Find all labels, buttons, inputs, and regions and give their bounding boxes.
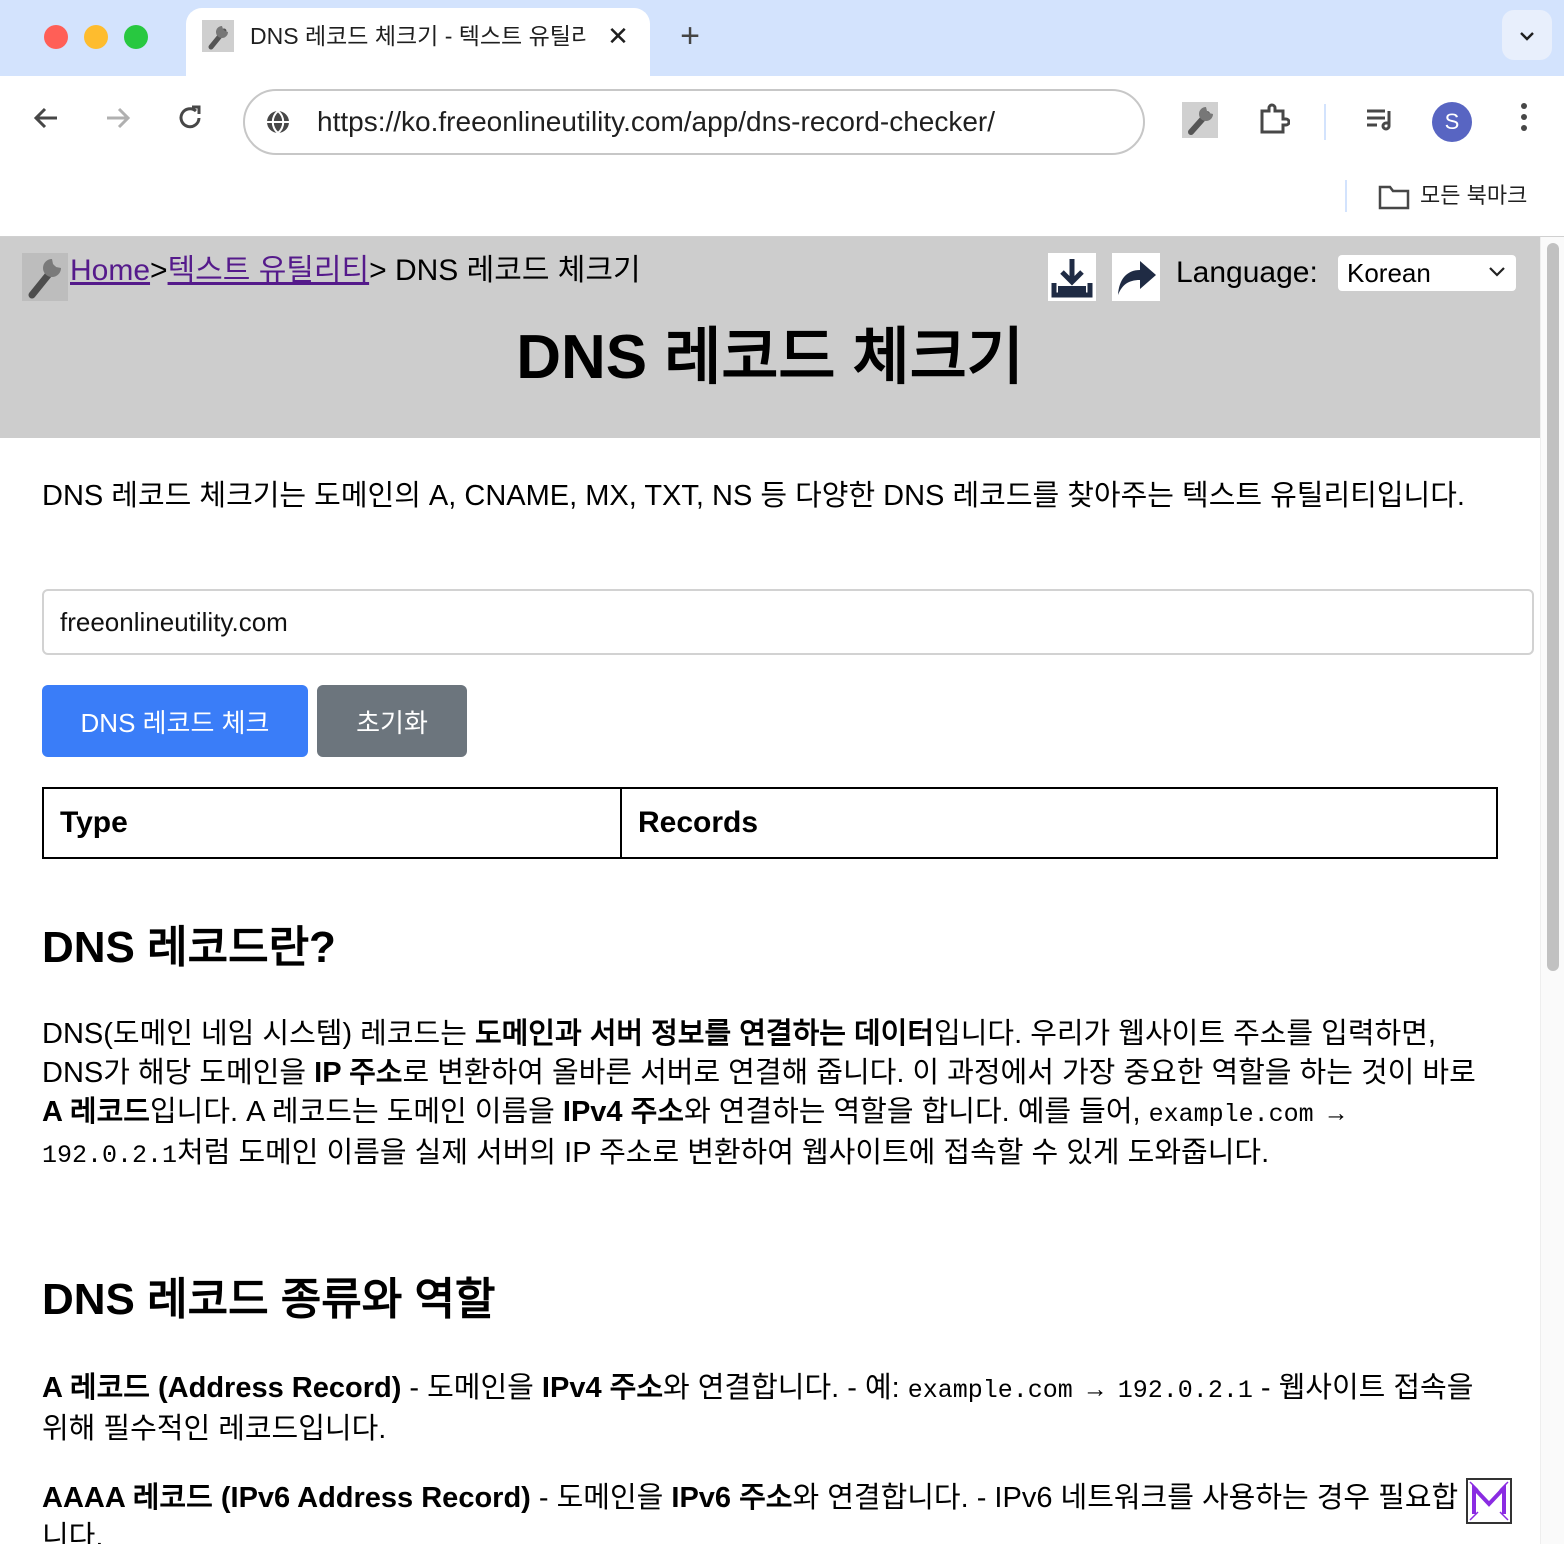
browser-toolbar: https://ko.freeonlineutility.com/app/dns… bbox=[0, 76, 1564, 168]
bold-segment: IPv4 주소 bbox=[541, 1372, 663, 1404]
text-segment: DNS(도메인 네임 시스템) 레코드는 bbox=[42, 1018, 475, 1050]
new-tab-button[interactable]: + bbox=[670, 16, 710, 56]
a-record-paragraph: A 레코드 (Address Record) - 도메인을 IPv4 주소와 연… bbox=[42, 1369, 1482, 1449]
tab-close-icon[interactable]: ✕ bbox=[602, 20, 634, 52]
vertical-scrollbar[interactable] bbox=[1540, 237, 1564, 1544]
profile-avatar[interactable]: S bbox=[1432, 102, 1472, 142]
tab-strip: DNS 레코드 체크기 - 텍스트 유틸리티 ✕ + bbox=[0, 0, 1564, 76]
extensions-puzzle-icon[interactable] bbox=[1253, 102, 1293, 142]
bold-segment: IPv6 주소 bbox=[671, 1482, 793, 1514]
wrench-favicon-icon bbox=[202, 20, 234, 52]
text-segment: 처럼 도메인 이름을 실제 서버의 IP 주소로 변환하여 웹사이트에 접속할 … bbox=[177, 1137, 1270, 1169]
breadcrumb: Home>텍스트 유틸리티> DNS 레코드 체크기 bbox=[70, 251, 641, 291]
media-playlist-icon[interactable] bbox=[1360, 102, 1400, 142]
chevron-down-icon bbox=[1488, 255, 1506, 291]
breadcrumb-separator: > bbox=[150, 254, 168, 287]
breadcrumb-home-link[interactable]: Home bbox=[70, 254, 150, 287]
column-header-type: Type bbox=[42, 787, 622, 859]
active-tab[interactable]: DNS 레코드 체크기 - 텍스트 유틸리티 ✕ bbox=[186, 8, 650, 76]
text-segment: - 도메인을 bbox=[401, 1372, 542, 1404]
page-title: DNS 레코드 체크기 bbox=[516, 323, 1024, 392]
intro-text: DNS 레코드 체크기는 도메인의 A, CNAME, MX, TXT, NS … bbox=[42, 480, 1465, 512]
more-menu-icon[interactable] bbox=[1504, 102, 1544, 142]
bold-segment: A 레코드 bbox=[42, 1096, 150, 1128]
heading-what-is-dns: DNS 레코드란? bbox=[42, 923, 336, 972]
download-button[interactable] bbox=[1048, 253, 1096, 301]
tab-search-chevron-icon[interactable] bbox=[1502, 10, 1552, 60]
back-arrow-icon[interactable] bbox=[26, 102, 66, 142]
wrench-extension-icon[interactable] bbox=[1180, 102, 1220, 142]
url-text[interactable]: https://ko.freeonlineutility.com/app/dns… bbox=[317, 91, 995, 153]
text-segment: 와 연결하는 역할을 합니다. 예를 들어, bbox=[683, 1096, 1149, 1128]
page-viewport: Home>텍스트 유틸리티> DNS 레코드 체크기 Language: Kor… bbox=[0, 237, 1540, 1544]
breadcrumb-current: > DNS 레코드 체크기 bbox=[369, 254, 641, 287]
all-bookmarks-label: 모든 북마크 bbox=[1420, 183, 1528, 208]
page-header: Home>텍스트 유틸리티> DNS 레코드 체크기 Language: Kor… bbox=[0, 237, 1540, 438]
bold-segment: AAAA 레코드 (IPv6 Address Record) bbox=[42, 1482, 531, 1514]
bold-segment: 도메인과 서버 정보를 연결하는 데이터 bbox=[474, 1018, 935, 1050]
language-label: Language: bbox=[1176, 256, 1318, 289]
tab-title: DNS 레코드 체크기 - 텍스트 유틸리티 bbox=[250, 23, 586, 49]
close-window-button[interactable] bbox=[44, 25, 68, 49]
address-bar[interactable]: https://ko.freeonlineutility.com/app/dns… bbox=[243, 89, 1145, 155]
folder-icon bbox=[1378, 185, 1410, 210]
bold-segment: A 레코드 (Address Record) bbox=[42, 1372, 402, 1404]
bookmarks-divider bbox=[1345, 180, 1347, 212]
minimize-window-button[interactable] bbox=[84, 25, 108, 49]
text-segment: 와 연결합니다. - 예: bbox=[663, 1372, 908, 1404]
column-header-records: Records bbox=[620, 787, 1498, 859]
share-arrow-icon bbox=[1118, 261, 1156, 295]
wrench-logo-icon[interactable] bbox=[22, 253, 68, 301]
domain-input[interactable] bbox=[42, 589, 1534, 655]
bold-segment: IPv4 주소 bbox=[562, 1096, 684, 1128]
floating-m-logo-icon[interactable] bbox=[1466, 1478, 1512, 1524]
text-segment: - 도메인을 bbox=[530, 1482, 672, 1514]
bold-segment: IP 주소 bbox=[314, 1057, 403, 1089]
site-info-globe-icon[interactable] bbox=[265, 109, 291, 135]
scrollbar-thumb[interactable] bbox=[1547, 243, 1559, 971]
text-segment: 입니다. A 레코드는 도메인 이름을 bbox=[149, 1096, 563, 1128]
download-icon bbox=[1051, 259, 1093, 298]
dns-check-button[interactable]: DNS 레코드 체크 bbox=[42, 685, 308, 757]
dns-explanation-paragraph: DNS(도메인 네임 시스템) 레코드는 도메인과 서버 정보를 연결하는 데이… bbox=[42, 1015, 1482, 1175]
heading-dns-record-types: DNS 레코드 종류와 역할 bbox=[42, 1275, 496, 1324]
share-button[interactable] bbox=[1112, 253, 1160, 301]
reload-icon[interactable] bbox=[170, 102, 210, 142]
maximize-window-button[interactable] bbox=[124, 25, 148, 49]
reset-button[interactable]: 초기화 bbox=[317, 685, 467, 757]
code-example: example.com → 192.0.2.1 bbox=[907, 1376, 1253, 1405]
dns-results-table: Type Records bbox=[42, 787, 1498, 859]
breadcrumb-category-link[interactable]: 텍스트 유틸리티 bbox=[168, 254, 370, 287]
forward-arrow-icon[interactable] bbox=[98, 102, 138, 142]
bookmarks-bar: 모든 북마크 bbox=[0, 168, 1564, 237]
text-segment: 로 변환하여 올바른 서버로 연결해 줍니다. 이 과정에서 가장 중요한 역할… bbox=[402, 1057, 1476, 1089]
table-header-row: Type Records bbox=[42, 787, 1498, 859]
aaaa-record-paragraph: AAAA 레코드 (IPv6 Address Record) - 도메인을 IP… bbox=[42, 1479, 1482, 1544]
toolbar-divider bbox=[1324, 104, 1326, 140]
all-bookmarks-button[interactable]: 모든 북마크 bbox=[1378, 178, 1527, 214]
language-select[interactable]: Korean bbox=[1338, 255, 1516, 291]
language-selected-value: Korean bbox=[1347, 258, 1431, 288]
